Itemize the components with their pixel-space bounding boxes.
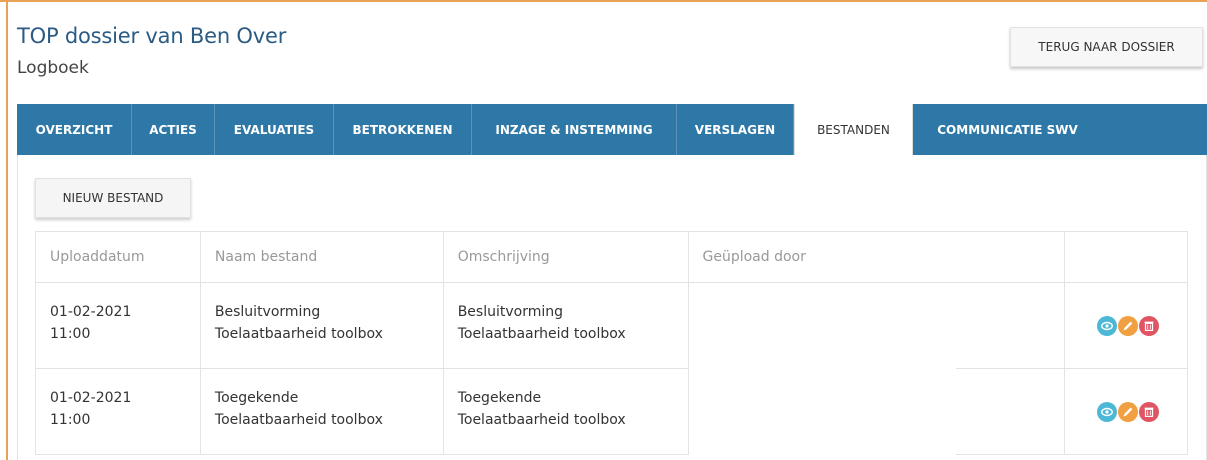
file-name-line: Toelaatbaarheid toolbox [214,412,383,428]
column-header-file-name[interactable]: Naam bestand [199,231,444,283]
cell-actions [1064,368,1188,455]
cell-file-name: Toegekende Toelaatbaarheid toolbox [199,368,444,455]
cell-uploaded-by [687,282,1066,369]
upload-time: 11:00 [50,412,91,428]
tab-verslagen[interactable]: VERSLAGEN [677,104,794,155]
cell-upload-date: 01-02-2021 11:00 [35,368,201,455]
eye-icon[interactable] [1097,315,1117,336]
upload-date: 01-02-2021 [50,304,132,320]
back-to-dossier-button[interactable]: TERUG NAAR DOSSIER [1010,27,1203,67]
trash-icon[interactable] [1139,315,1159,336]
description-line: Toelaatbaarheid toolbox [457,412,626,428]
column-header-uploaded-by[interactable]: Geüpload door [687,231,1066,283]
file-name-line: Besluitvorming [214,304,321,320]
tab-bar: OVERZICHT ACTIES EVALUATIES BETROKKENEN … [17,104,1207,155]
cell-upload-date: 01-02-2021 11:00 [35,282,201,369]
new-file-button[interactable]: NIEUW BESTAND [35,178,191,218]
column-header-actions [1064,231,1188,283]
column-header-upload-date[interactable]: Uploaddatum [35,231,201,283]
description-line: Besluitvorming [457,304,564,320]
upload-date: 01-02-2021 [50,390,132,406]
cell-actions [1064,282,1188,369]
cell-description: Besluitvorming Toelaatbaarheid toolbox [442,282,689,369]
page-subtitle: Logboek [17,58,89,78]
eye-icon[interactable] [1097,401,1117,422]
tab-overzicht[interactable]: OVERZICHT [17,104,132,155]
table-row: 01-02-2021 11:00 Besluitvorming Toelaatb… [35,282,1188,369]
tab-evaluaties[interactable]: EVALUATIES [215,104,334,155]
file-name-line: Toegekende [214,390,299,406]
frame-top-border [0,0,1207,2]
cell-description: Toegekende Toelaatbaarheid toolbox [442,368,689,455]
tab-betrokkenen[interactable]: BETROKKENEN [334,104,472,155]
row-actions [1065,315,1187,336]
tab-inzage-instemming[interactable]: INZAGE & INSTEMMING [472,104,677,155]
cell-file-name: Besluitvorming Toelaatbaarheid toolbox [199,282,444,369]
description-line: Toelaatbaarheid toolbox [457,326,626,342]
table-row: 01-02-2021 11:00 Toegekende Toelaatbaarh… [35,368,1188,455]
description-line: Toegekende [457,390,542,406]
upload-time: 11:00 [50,326,91,342]
tab-acties[interactable]: ACTIES [132,104,215,155]
overlay-blank [689,367,956,460]
trash-icon[interactable] [1139,401,1159,422]
pencil-icon[interactable] [1118,315,1138,336]
page-title: TOP dossier van Ben Over [17,24,287,48]
tab-bestanden[interactable]: BESTANDEN [794,104,913,155]
row-actions [1065,401,1187,422]
files-table: Uploaddatum Naam bestand Omschrijving Ge… [35,231,1188,455]
frame-left-border [6,0,8,460]
column-header-description[interactable]: Omschrijving [442,231,689,283]
table-header-row: Uploaddatum Naam bestand Omschrijving Ge… [35,231,1188,283]
pencil-icon[interactable] [1118,401,1138,422]
tab-communicatie-swv[interactable]: COMMUNICATIE SWV [913,104,1102,155]
file-name-line: Toelaatbaarheid toolbox [214,326,383,342]
